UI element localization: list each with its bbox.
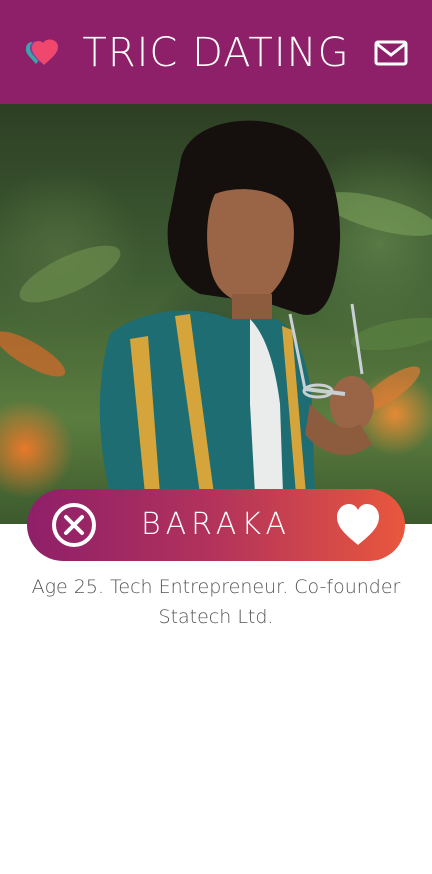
profile-bio: Age 25. Tech Entrepreneur. Co-founder St… <box>31 576 401 628</box>
app-title: TRIC DATING <box>82 30 350 76</box>
profile-action-bar: BARAKA <box>27 489 405 561</box>
app-header: TRIC DATING <box>0 0 432 104</box>
profile-photo[interactable] <box>0 104 432 524</box>
heart-icon[interactable] <box>335 503 381 547</box>
mail-icon[interactable] <box>374 40 408 66</box>
